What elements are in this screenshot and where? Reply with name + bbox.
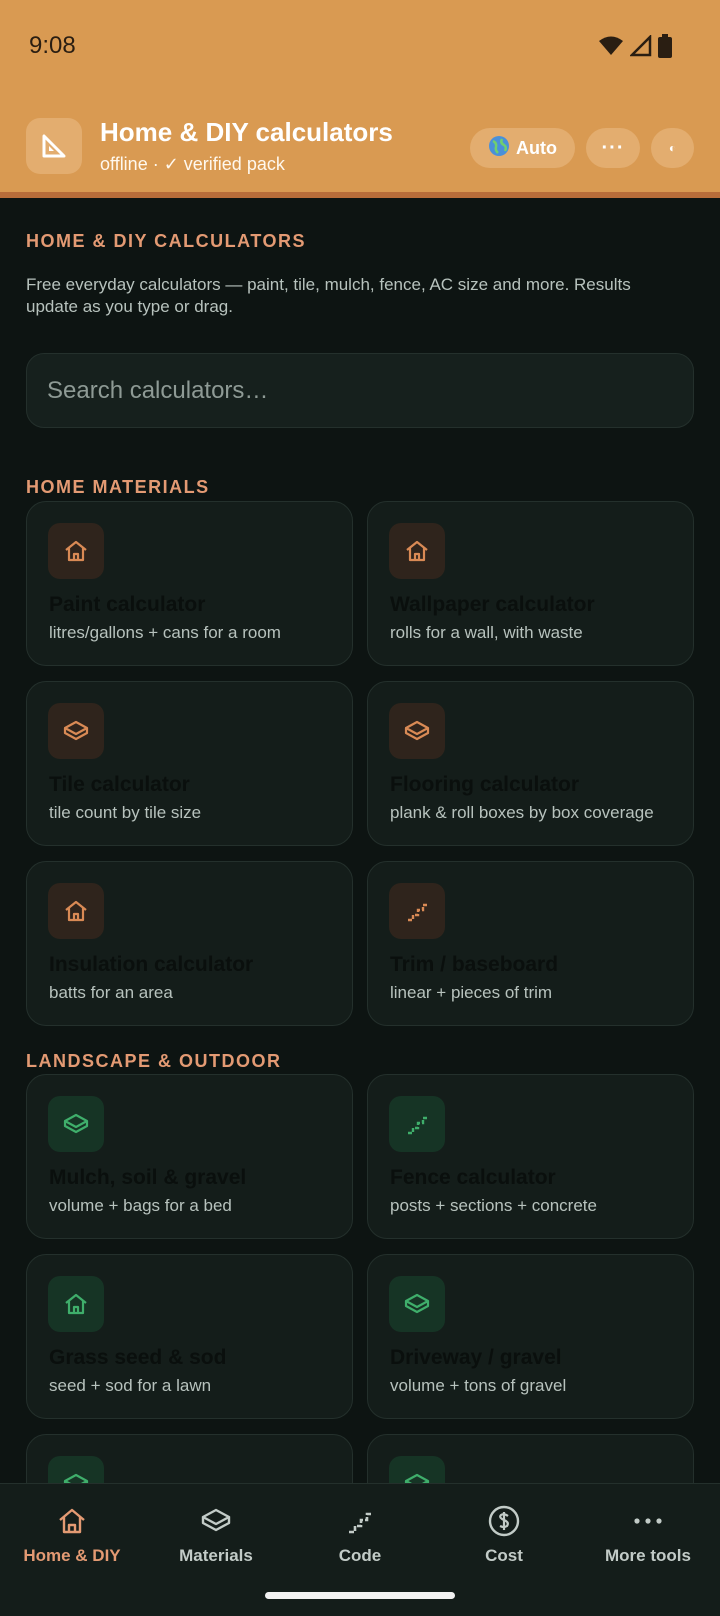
nav-materials[interactable]: Materials — [144, 1484, 288, 1584]
signal-icon — [630, 35, 652, 57]
stairs-icon — [389, 883, 445, 939]
intro-heading: HOME & DIY CALCULATORS — [26, 231, 307, 251]
theme-toggle-button[interactable]: ◐ — [651, 128, 694, 168]
card-grass-seed-sod[interactable]: Grass seed & sod seed + sod for a lawn — [26, 1254, 353, 1419]
card-title: Insulation calculator — [49, 953, 254, 976]
stairs-icon — [389, 1096, 445, 1152]
app-header: 9:08 Home & DIY calculators offline · ✓ … — [0, 0, 720, 198]
intro-description: Free everyday calculators — paint, tile,… — [26, 275, 631, 316]
card-driveway-gravel[interactable]: Driveway / gravel volume + tons of grave… — [367, 1254, 694, 1419]
house-icon — [48, 523, 104, 579]
card-title: Driveway / gravel — [390, 1346, 562, 1369]
card-trim-baseboard[interactable]: Trim / baseboard linear + pieces of trim — [367, 861, 694, 1026]
house-icon — [48, 883, 104, 939]
card-title: Fence calculator — [390, 1166, 556, 1189]
nav-home-diy[interactable]: Home & DIY — [0, 1484, 144, 1584]
nav-label: More tools — [605, 1546, 691, 1565]
section-heading-home-materials: HOME MATERIALS — [26, 477, 210, 497]
globe-icon — [488, 135, 510, 162]
card-title: Grass seed & sod — [49, 1346, 227, 1369]
layers-icon — [48, 703, 104, 759]
layers-icon — [389, 703, 445, 759]
search-input[interactable] — [26, 353, 694, 428]
section-heading-landscape-outdoor: LANDSCAPE & OUTDOOR — [26, 1051, 282, 1071]
card-title: Mulch, soil & gravel — [49, 1166, 247, 1189]
nav-cost[interactable]: Cost — [432, 1484, 576, 1584]
more-options-button[interactable]: ··· — [586, 128, 640, 168]
card-subtitle: tile count by tile size — [49, 803, 202, 822]
card-title: Tile calculator — [49, 773, 190, 796]
nav-more-tools[interactable]: More tools — [576, 1484, 720, 1584]
card-subtitle: rolls for a wall, with waste — [390, 623, 583, 642]
nav-code[interactable]: Code — [288, 1484, 432, 1584]
home-gesture-bar[interactable] — [265, 1592, 455, 1599]
nav-label: Cost — [485, 1546, 523, 1565]
card-subtitle: plank & roll boxes by box coverage — [390, 803, 654, 822]
layers-icon — [389, 1276, 445, 1332]
card-subtitle: litres/gallons + cans for a room — [49, 623, 281, 642]
dollar-coin-icon — [488, 1504, 520, 1538]
page-title: Home & DIY calculators — [100, 117, 393, 147]
card-tile-calculator[interactable]: Tile calculator tile count by tile size — [26, 681, 353, 846]
card-subtitle: linear + pieces of trim — [390, 983, 553, 1002]
layers-icon — [200, 1504, 232, 1538]
app-logo-icon — [26, 118, 82, 174]
theme-icon: ◐ — [668, 141, 677, 155]
card-fence-calculator[interactable]: Fence calculator posts + sections + conc… — [367, 1074, 694, 1239]
card-mulch-soil-gravel[interactable]: Mulch, soil & gravel volume + bags for a… — [26, 1074, 353, 1239]
card-subtitle: volume + tons of gravel — [390, 1376, 567, 1395]
card-subtitle: volume + bags for a bed — [49, 1196, 232, 1215]
card-title: Wallpaper calculator — [390, 593, 595, 616]
language-button-label: Auto — [516, 137, 557, 158]
status-time: 9:08 — [29, 32, 76, 59]
dots-icon — [633, 1504, 663, 1538]
card-title: Flooring calculator — [390, 773, 580, 796]
wifi-icon — [598, 35, 624, 57]
stairs-icon — [345, 1504, 375, 1538]
card-paint-calculator[interactable]: Paint calculator litres/gallons + cans f… — [26, 501, 353, 666]
pack-status: offline · ✓ verified pack — [100, 154, 285, 174]
layers-icon — [48, 1096, 104, 1152]
card-subtitle: seed + sod for a lawn — [49, 1376, 212, 1395]
card-subtitle: batts for an area — [49, 983, 173, 1002]
nav-label: Home & DIY — [23, 1546, 121, 1565]
house-icon — [48, 1276, 104, 1332]
more-options-label: ··· — [601, 136, 625, 159]
card-flooring-calculator[interactable]: Flooring calculator plank & roll boxes b… — [367, 681, 694, 846]
card-title: Trim / baseboard — [390, 953, 559, 976]
house-icon — [57, 1504, 87, 1538]
nav-label: Materials — [179, 1546, 253, 1565]
card-subtitle: posts + sections + concrete — [390, 1196, 597, 1215]
nav-label: Code — [338, 1546, 382, 1565]
battery-icon — [658, 34, 672, 58]
card-title: Paint calculator — [49, 593, 206, 616]
status-icons — [598, 34, 672, 58]
card-wallpaper-calculator[interactable]: Wallpaper calculator rolls for a wall, w… — [367, 501, 694, 666]
house-icon — [389, 523, 445, 579]
language-button[interactable]: Auto — [470, 128, 575, 168]
card-insulation-calculator[interactable]: Insulation calculator batts for an area — [26, 861, 353, 1026]
